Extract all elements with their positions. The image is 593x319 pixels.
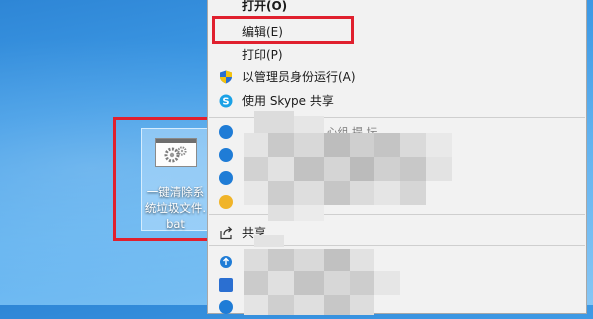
share-icon — [220, 226, 233, 240]
uac-shield-icon — [220, 70, 232, 84]
menu-item-label: 以管理员身份运行(A) — [242, 70, 356, 84]
menu-item-print[interactable]: 打印(P) — [208, 43, 588, 67]
menu-item-label: 使用 Skype 共享 — [242, 94, 334, 108]
file-highlight-box — [113, 117, 214, 241]
pixelated-redaction — [244, 111, 484, 221]
edit-highlight-box — [212, 16, 354, 44]
app-icon — [219, 300, 233, 314]
menu-item-label: 打开(O) — [242, 0, 288, 13]
pixelated-redaction — [244, 235, 454, 315]
menu-item-label: 打印(P) — [242, 48, 283, 62]
skype-icon: S — [219, 94, 233, 108]
svg-text:S: S — [222, 97, 229, 108]
menu-item-skype-share[interactable]: S 使用 Skype 共享 — [208, 89, 588, 113]
bolt-icon — [219, 148, 233, 162]
bolt-icon — [219, 171, 233, 185]
menu-item-run-as-admin[interactable]: 以管理员身份运行(A) — [208, 65, 588, 89]
app-icon — [219, 195, 233, 209]
folder-icon — [219, 278, 233, 292]
upload-cloud-icon — [220, 256, 232, 268]
context-menu: 打开(O) 编辑(E) 打印(P) 以管理员身份运行(A) S 使用 Skype… — [207, 0, 588, 315]
bolt-icon — [219, 125, 233, 139]
